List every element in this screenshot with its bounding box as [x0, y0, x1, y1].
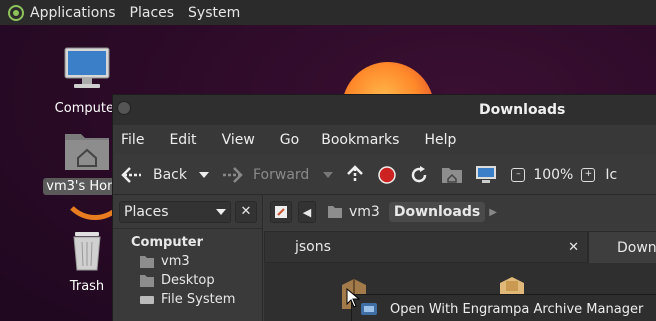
stop-button[interactable]	[377, 165, 397, 185]
window-title: Downloads	[479, 102, 566, 118]
zoom-in-icon[interactable]: +	[581, 167, 596, 182]
breadcrumb-vm3[interactable]: vm3	[322, 202, 385, 222]
back-history-dropdown-icon[interactable]	[199, 171, 209, 179]
applications-menu[interactable]: Applications	[30, 5, 116, 21]
places-menu[interactable]: Places	[130, 5, 175, 21]
window-titlebar[interactable]: Downloads	[113, 95, 656, 125]
mate-logo-icon[interactable]	[8, 4, 24, 21]
menu-help[interactable]: Help	[424, 132, 456, 148]
sidebar-type-label: Places	[124, 203, 169, 220]
stop-icon	[378, 165, 397, 184]
computer-button[interactable]	[475, 165, 497, 185]
sidebar-item-filesystem[interactable]: File System	[113, 288, 262, 307]
close-tab-icon[interactable]: ✕	[568, 240, 579, 255]
context-menu: Open With Engrampa Archive Manager	[351, 294, 656, 321]
toolbar: Back Forward – 100% + Ic	[113, 155, 656, 195]
tab-strip: jsons ✕ Down	[264, 231, 656, 263]
view-as-combo[interactable]: Ic	[605, 167, 617, 183]
sidebar-item-desktop[interactable]: Desktop	[113, 269, 262, 288]
zoom-out-icon[interactable]: –	[511, 167, 526, 182]
back-arrow-icon	[121, 166, 141, 183]
forward-button[interactable]: Forward	[221, 166, 334, 184]
breadcrumb-label: vm3	[349, 204, 380, 220]
up-button[interactable]	[345, 164, 365, 185]
home-folder-icon	[442, 167, 463, 183]
back-label: Back	[153, 166, 187, 183]
home-button[interactable]	[441, 166, 463, 184]
sidebar-item-label: Desktop	[161, 273, 215, 288]
forward-label: Forward	[253, 166, 310, 183]
menu-go[interactable]: Go	[280, 132, 299, 148]
chevron-left-icon: ◀	[302, 205, 312, 219]
close-sidebar-button[interactable]: ✕	[235, 200, 257, 223]
breadcrumb-downloads[interactable]: Downloads	[388, 202, 486, 222]
desktop-folder-icon	[140, 274, 154, 287]
archive-manager-icon	[361, 303, 377, 315]
tab-label: Down	[617, 239, 656, 256]
trash-icon	[73, 232, 101, 271]
reload-icon	[412, 165, 427, 182]
sidebar-type-combo[interactable]: Places	[119, 200, 231, 223]
tab-jsons[interactable]: jsons ✕	[264, 231, 588, 263]
drive-icon	[140, 295, 154, 304]
toggle-location-entry-button[interactable]	[270, 201, 292, 223]
forward-history-dropdown-icon[interactable]	[323, 171, 334, 179]
open-with-engrampa-item[interactable]: Open With Engrampa Archive Manager	[390, 302, 643, 317]
mouse-pointer-icon	[346, 288, 360, 308]
forward-arrow-icon	[223, 166, 243, 183]
close-icon: ✕	[240, 204, 252, 219]
path-scroll-left-button[interactable]: ◀	[298, 201, 316, 223]
top-panel: Applications Places System	[0, 0, 656, 25]
sidebar-section-heading: Computer	[131, 235, 204, 250]
menubar: File Edit View Go Bookmarks Help	[113, 125, 656, 155]
home-folder-icon	[328, 206, 342, 218]
reload-button[interactable]	[409, 165, 429, 185]
up-arrow-icon	[347, 164, 364, 183]
sidebar-item-label: File System	[161, 292, 236, 307]
zoom-level: 100%	[533, 166, 574, 183]
sidebar-item-label: vm3	[161, 254, 190, 269]
system-menu[interactable]: System	[188, 5, 240, 21]
sidebar-header: Places ✕	[113, 195, 262, 229]
file-manager-window: Downloads File Edit View Go Bookmarks He…	[112, 94, 656, 321]
tab-label: jsons	[295, 239, 331, 255]
breadcrumb-label: Downloads	[393, 204, 481, 220]
sidebar-item-vm3[interactable]: vm3	[113, 250, 262, 269]
home-folder-icon	[140, 255, 154, 268]
menu-bookmarks[interactable]: Bookmarks	[321, 132, 399, 148]
zoom-control: – 100% + Ic	[511, 167, 617, 183]
desktop-icon-label: Trash	[69, 279, 105, 294]
menu-file[interactable]: File	[121, 132, 144, 148]
chevron-down-icon	[216, 208, 226, 215]
home-folder-icon	[65, 134, 109, 170]
menu-view[interactable]: View	[222, 132, 255, 148]
location-bar: ◀ vm3 Downloads ▶	[264, 195, 656, 229]
tab-downloads[interactable]: Down	[588, 231, 656, 263]
menu-edit[interactable]: Edit	[169, 132, 196, 148]
computer-icon	[476, 165, 497, 183]
window-menu-button[interactable]	[117, 101, 131, 115]
computer-icon	[64, 47, 110, 88]
chevron-right-icon[interactable]: ▶	[489, 207, 497, 218]
pencil-icon	[275, 206, 287, 218]
back-button[interactable]: Back	[121, 166, 209, 184]
sidebar: Places ✕ Computer vm3 Desktop File Syste…	[113, 195, 263, 321]
